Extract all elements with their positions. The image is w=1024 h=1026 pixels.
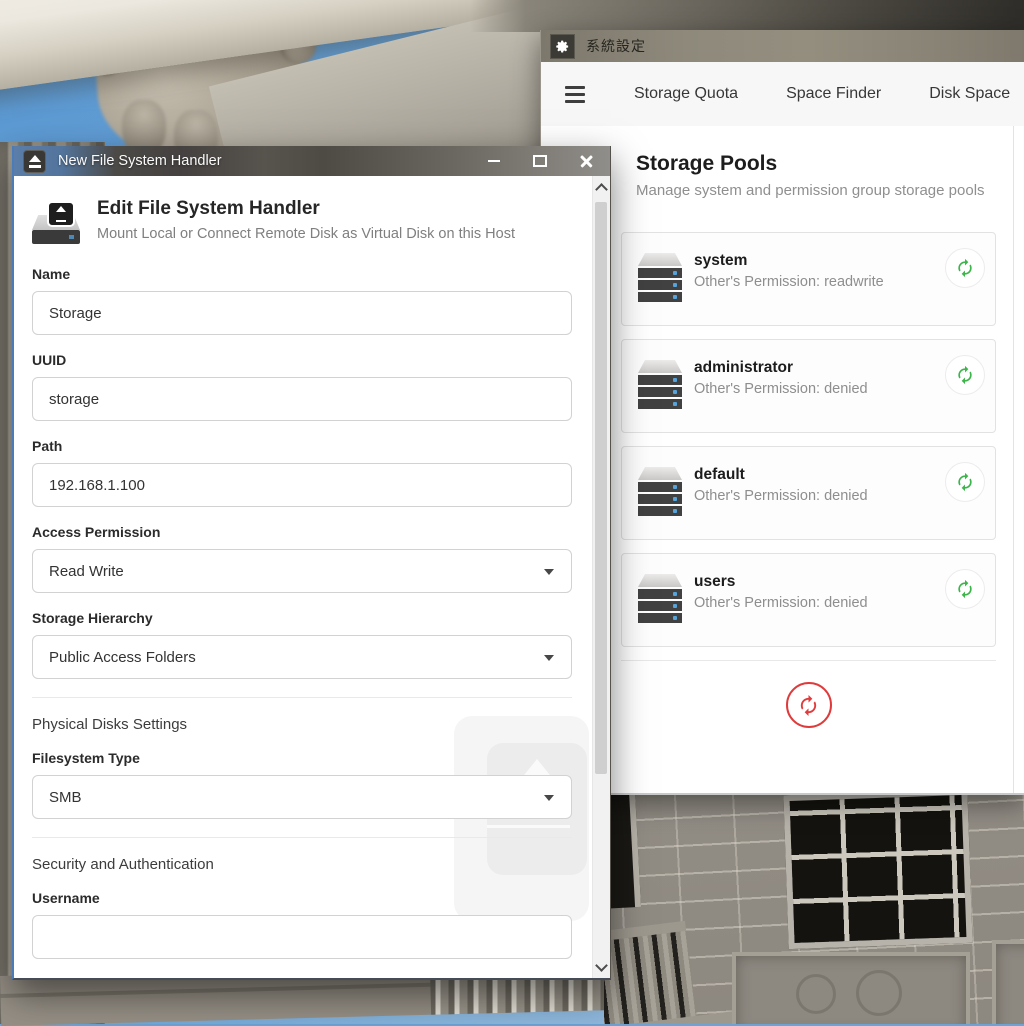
chevron-down-icon bbox=[544, 795, 554, 801]
bg-stone-wall bbox=[604, 790, 1024, 1024]
refresh-icon bbox=[955, 579, 975, 599]
bg-relief-panel bbox=[992, 940, 1024, 1024]
pool-text: system Other's Permission: readwrite bbox=[694, 252, 884, 290]
filesystem-type-label: Filesystem Type bbox=[32, 750, 572, 766]
username-label: Username bbox=[32, 890, 572, 906]
tab-space-finder[interactable]: Space Finder bbox=[786, 85, 881, 103]
file-system-handler-dialog: New File System Handler Edit File System… bbox=[12, 146, 611, 980]
dialog-scrollbar[interactable] bbox=[592, 176, 610, 978]
chevron-down-icon bbox=[544, 655, 554, 661]
minimize-button[interactable] bbox=[487, 154, 501, 168]
dialog-body: Edit File System Handler Mount Local or … bbox=[14, 176, 610, 978]
dialog-heading: Edit File System Handler bbox=[97, 198, 515, 220]
pool-card-default[interactable]: default Other's Permission: denied bbox=[621, 446, 996, 540]
settings-window-title: 系統設定 bbox=[586, 36, 646, 56]
settings-tabs: Storage Quota Space Finder Disk Space bbox=[634, 85, 1010, 103]
gear-icon bbox=[550, 34, 575, 59]
pool-name: default bbox=[694, 466, 868, 484]
bg-window bbox=[783, 790, 972, 949]
bg-relief-panel bbox=[732, 952, 970, 1024]
pool-permission: Other's Permission: readwrite bbox=[694, 274, 884, 290]
dialog-header-text: Edit File System Handler Mount Local or … bbox=[97, 198, 515, 249]
pool-text: users Other's Permission: denied bbox=[694, 573, 868, 611]
scroll-up-icon[interactable] bbox=[593, 179, 610, 195]
name-field[interactable] bbox=[32, 291, 572, 335]
dialog-titlebar[interactable]: New File System Handler bbox=[14, 146, 610, 176]
tab-disk-space[interactable]: Disk Space bbox=[929, 85, 1010, 103]
pool-card-administrator[interactable]: administrator Other's Permission: denied bbox=[621, 339, 996, 433]
pool-name: users bbox=[694, 573, 868, 591]
physical-disks-section-title: Physical Disks Settings bbox=[32, 716, 572, 733]
filesystem-type-select[interactable]: SMB bbox=[32, 775, 572, 819]
tab-storage-quota[interactable]: Storage Quota bbox=[634, 85, 738, 103]
refresh-icon bbox=[955, 258, 975, 278]
name-label: Name bbox=[32, 266, 572, 282]
path-field[interactable] bbox=[32, 463, 572, 507]
maximize-button[interactable] bbox=[533, 154, 547, 168]
eject-disk-icon bbox=[23, 150, 46, 173]
page-title: Storage Pools bbox=[636, 152, 1024, 176]
server-icon bbox=[638, 360, 682, 409]
dialog-subheading: Mount Local or Connect Remote Disk as Vi… bbox=[97, 226, 515, 242]
page-subtitle: Manage system and permission group stora… bbox=[636, 182, 1024, 199]
pool-refresh-button[interactable] bbox=[945, 355, 985, 395]
bg-balustrade bbox=[604, 921, 698, 1024]
pool-text: default Other's Permission: denied bbox=[694, 466, 868, 504]
uuid-label: UUID bbox=[32, 352, 572, 368]
settings-window: 系統設定 Storage Quota Space Finder Disk Spa… bbox=[540, 30, 1024, 795]
uuid-field[interactable] bbox=[32, 377, 572, 421]
settings-titlebar[interactable]: 系統設定 bbox=[541, 30, 1024, 62]
username-field[interactable] bbox=[32, 915, 572, 959]
chevron-down-icon bbox=[544, 569, 554, 575]
window-controls bbox=[487, 154, 610, 169]
path-label: Path bbox=[32, 438, 572, 454]
panel-divider bbox=[1013, 126, 1014, 793]
security-section-title: Security and Authentication bbox=[32, 856, 572, 873]
disk-drive-icon bbox=[32, 201, 80, 249]
settings-toolbar: Storage Quota Space Finder Disk Space bbox=[541, 62, 1024, 127]
pool-refresh-button[interactable] bbox=[945, 569, 985, 609]
storage-hierarchy-value: Public Access Folders bbox=[49, 649, 196, 666]
filesystem-type-value: SMB bbox=[49, 789, 82, 806]
pool-refresh-button[interactable] bbox=[945, 248, 985, 288]
scroll-down-icon[interactable] bbox=[593, 959, 610, 975]
server-icon bbox=[638, 467, 682, 516]
refresh-icon bbox=[797, 694, 820, 717]
access-permission-select[interactable]: Read Write bbox=[32, 549, 572, 593]
pool-permission: Other's Permission: denied bbox=[694, 595, 868, 611]
dialog-title: New File System Handler bbox=[58, 153, 222, 169]
server-icon bbox=[638, 574, 682, 623]
refresh-icon bbox=[955, 365, 975, 385]
pool-text: administrator Other's Permission: denied bbox=[694, 359, 868, 397]
close-button[interactable] bbox=[579, 154, 594, 169]
bg-top-shadow-strip bbox=[470, 0, 1024, 32]
pool-refresh-button[interactable] bbox=[945, 462, 985, 502]
page-header: Storage Pools Manage system and permissi… bbox=[636, 152, 1024, 199]
dialog-header: Edit File System Handler Mount Local or … bbox=[32, 198, 572, 249]
pool-card-users[interactable]: users Other's Permission: denied bbox=[621, 553, 996, 647]
pool-card-system[interactable]: system Other's Permission: readwrite bbox=[621, 232, 996, 326]
access-permission-value: Read Write bbox=[49, 563, 124, 580]
section-divider bbox=[32, 697, 572, 698]
menu-icon[interactable] bbox=[565, 86, 585, 103]
scrollbar-thumb[interactable] bbox=[595, 202, 607, 774]
pool-name: system bbox=[694, 252, 884, 270]
refresh-all-button[interactable] bbox=[786, 682, 832, 728]
pool-name: administrator bbox=[694, 359, 868, 377]
access-permission-label: Access Permission bbox=[32, 524, 572, 540]
dialog-form: Name UUID Path Access Permission Read Wr… bbox=[32, 266, 572, 959]
section-divider bbox=[32, 837, 572, 838]
list-divider bbox=[621, 660, 996, 661]
storage-hierarchy-select[interactable]: Public Access Folders bbox=[32, 635, 572, 679]
storage-hierarchy-label: Storage Hierarchy bbox=[32, 610, 572, 626]
server-icon bbox=[638, 253, 682, 302]
settings-content: Storage Pools Manage system and permissi… bbox=[541, 126, 1024, 795]
storage-pool-list: system Other's Permission: readwrite adm… bbox=[621, 232, 996, 728]
bg-entablature-seam bbox=[0, 982, 440, 998]
refresh-icon bbox=[955, 472, 975, 492]
pool-permission: Other's Permission: denied bbox=[694, 381, 868, 397]
pool-permission: Other's Permission: denied bbox=[694, 488, 868, 504]
